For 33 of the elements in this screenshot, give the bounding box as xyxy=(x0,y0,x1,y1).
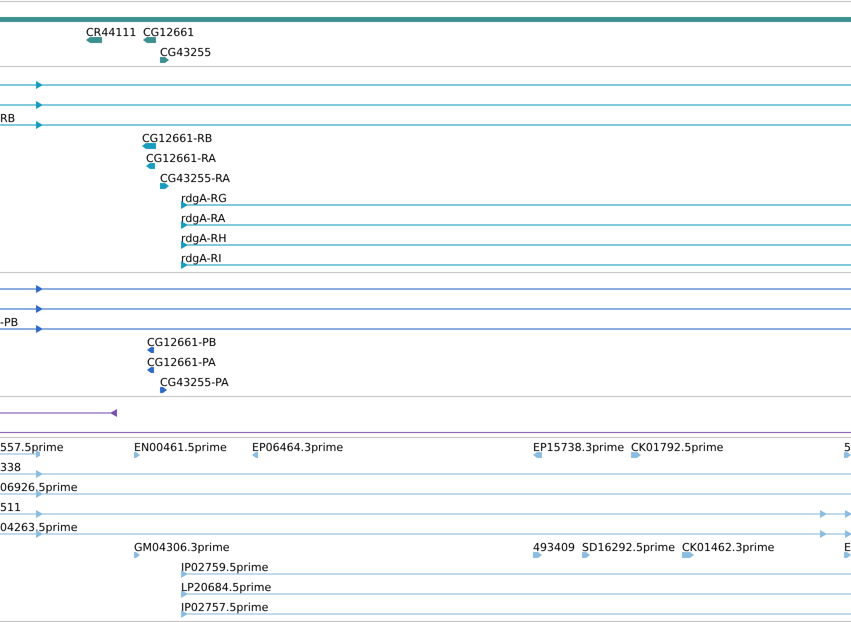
feature-label: CK01792.5prime xyxy=(631,442,724,454)
feature-label: EN00461.5prime xyxy=(134,442,227,454)
feature-label: CG43255 xyxy=(160,47,212,59)
feature-label: EP06464.3prime xyxy=(252,442,344,454)
feature-label: 493409 xyxy=(533,542,575,554)
feature-label: RB xyxy=(0,113,16,125)
feature-label: IP02759.5prime xyxy=(181,562,268,574)
feature-label: CK01462.3prime xyxy=(682,542,774,554)
feature-label: 557.5prime xyxy=(0,442,64,454)
feature-label: 511 xyxy=(0,502,21,514)
feature-label: CG12661-RB xyxy=(142,133,212,145)
feature-label: CG43255-PA xyxy=(160,377,229,389)
feature-label: 06926.5prime xyxy=(0,482,78,494)
feature-label: rdgA-RA xyxy=(181,213,226,225)
feature-label: 338 xyxy=(0,462,21,474)
feature-label: IP02757.5prime xyxy=(181,602,268,614)
feature-label: -PB xyxy=(0,317,18,329)
feature-label: LP20684.5prime xyxy=(181,582,272,594)
feature-label: GM04306.3prime xyxy=(134,542,230,554)
feature-label: CG12661-PB xyxy=(147,337,216,349)
feature-label: EP15738.3prime xyxy=(533,442,624,454)
feature-label: 5 xyxy=(844,442,851,454)
feature-label: E xyxy=(844,542,851,554)
feature-label: SD16292.5prime xyxy=(582,542,675,554)
feature-label: CG12661 xyxy=(143,27,194,39)
feature-label: rdgA-RI xyxy=(181,253,222,265)
feature-label: rdgA-RH xyxy=(181,233,226,245)
feature-label: CG43255-RA xyxy=(160,173,230,185)
feature-label: CR44111 xyxy=(86,27,136,39)
feature-label: CG12661-RA xyxy=(146,153,216,165)
feature-label: 04263.5prime xyxy=(0,522,78,534)
feature-label: rdgA-RG xyxy=(181,193,227,205)
feature-label: CG12661-PA xyxy=(147,357,216,369)
